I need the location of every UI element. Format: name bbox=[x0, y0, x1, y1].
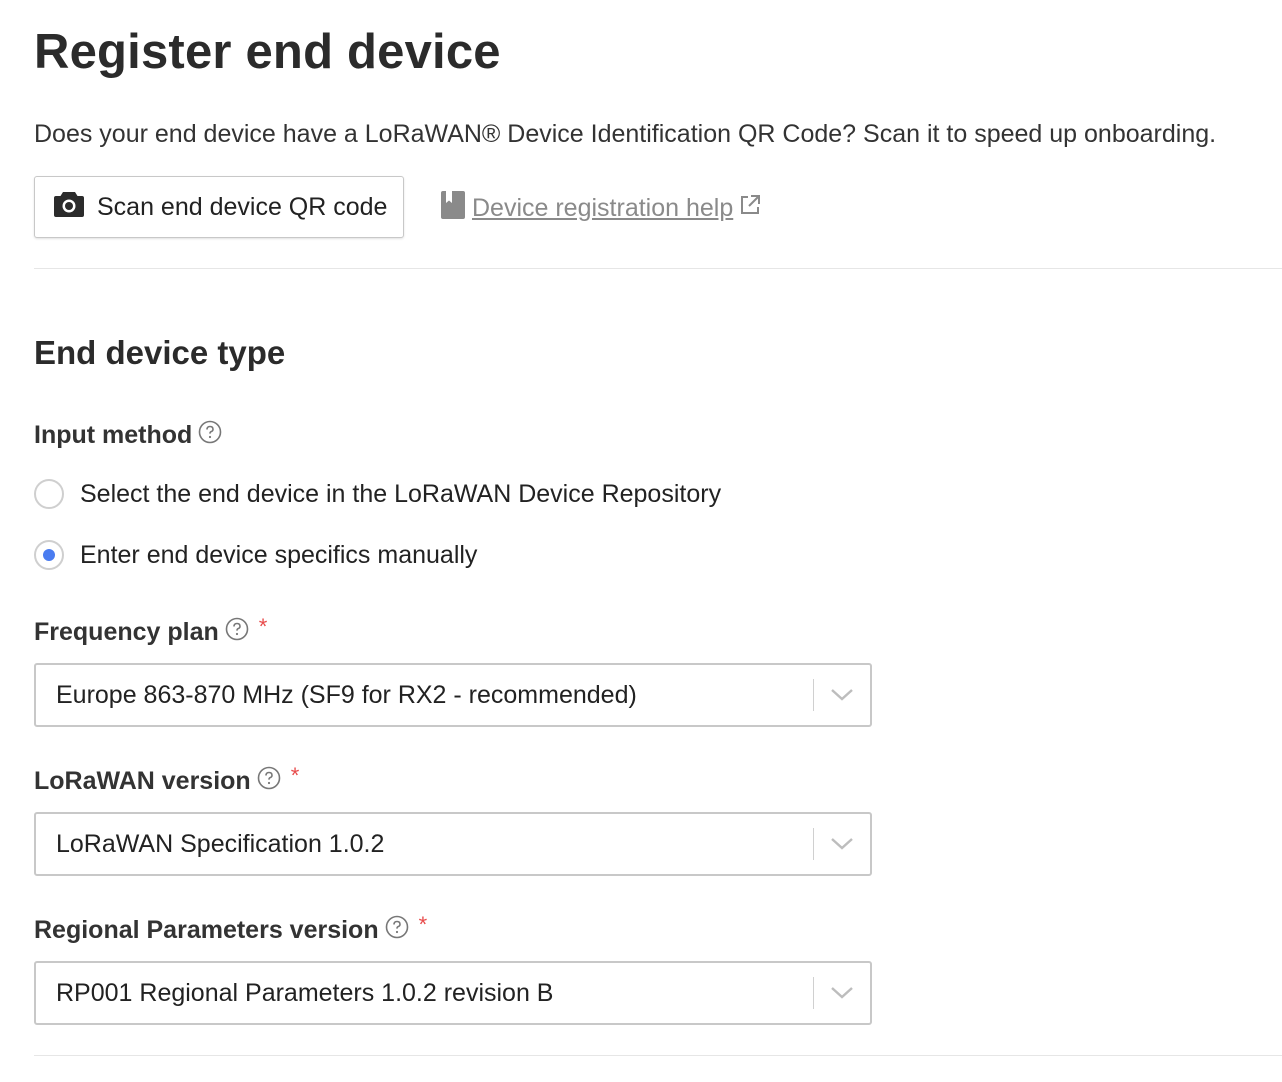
input-method-label-text: Input method bbox=[34, 421, 193, 449]
required-asterisk: * bbox=[290, 762, 300, 788]
help-circle-icon[interactable] bbox=[225, 617, 249, 648]
radio-button[interactable] bbox=[34, 479, 64, 509]
regional-parameters-value: RP001 Regional Parameters 1.0.2 revision… bbox=[56, 978, 554, 1007]
help-circle-icon[interactable] bbox=[198, 420, 222, 451]
frequency-plan-label: Frequency plan * bbox=[34, 613, 268, 648]
camera-icon bbox=[53, 190, 85, 225]
bottom-divider bbox=[34, 1055, 1282, 1056]
scan-qr-button[interactable]: Scan end device QR code bbox=[34, 176, 404, 238]
book-icon bbox=[440, 190, 466, 227]
radio-option-manual[interactable]: Enter end device specifics manually bbox=[34, 540, 477, 570]
radio-button-selected[interactable] bbox=[34, 540, 64, 570]
chevron-down-icon[interactable] bbox=[814, 986, 870, 1000]
lorawan-version-label-text: LoRaWAN version bbox=[34, 767, 251, 795]
frequency-plan-value: Europe 863-870 MHz (SF9 for RX2 - recomm… bbox=[56, 680, 637, 709]
help-link-label: Device registration help bbox=[472, 194, 734, 222]
radio-label: Enter end device specifics manually bbox=[80, 540, 478, 569]
page-title: Register end device bbox=[34, 25, 501, 79]
help-circle-icon[interactable] bbox=[385, 915, 409, 946]
regional-parameters-label-text: Regional Parameters version bbox=[34, 916, 379, 944]
radio-selected-dot bbox=[43, 549, 55, 561]
chevron-down-icon[interactable] bbox=[814, 688, 870, 702]
device-registration-help-link[interactable]: Device registration help bbox=[440, 190, 761, 227]
help-circle-icon[interactable] bbox=[257, 766, 281, 797]
section-divider bbox=[34, 268, 1282, 269]
lorawan-version-value: LoRaWAN Specification 1.0.2 bbox=[56, 829, 385, 858]
radio-label: Select the end device in the LoRaWAN Dev… bbox=[80, 479, 722, 508]
section-title: End device type bbox=[34, 334, 286, 371]
frequency-plan-select[interactable]: Europe 863-870 MHz (SF9 for RX2 - recomm… bbox=[34, 663, 872, 727]
qr-intro-text: Does your end device have a LoRaWAN® Dev… bbox=[34, 120, 1217, 148]
external-link-icon bbox=[739, 194, 761, 223]
required-asterisk: * bbox=[418, 911, 428, 937]
chevron-down-icon[interactable] bbox=[814, 837, 870, 851]
regional-parameters-label: Regional Parameters version * bbox=[34, 911, 428, 946]
lorawan-version-label: LoRaWAN version * bbox=[34, 762, 300, 797]
required-asterisk: * bbox=[258, 613, 268, 639]
input-method-label: Input method bbox=[34, 420, 222, 451]
regional-parameters-select[interactable]: RP001 Regional Parameters 1.0.2 revision… bbox=[34, 961, 872, 1025]
frequency-plan-label-text: Frequency plan bbox=[34, 618, 219, 646]
lorawan-version-select[interactable]: LoRaWAN Specification 1.0.2 bbox=[34, 812, 872, 876]
scan-qr-button-label: Scan end device QR code bbox=[97, 192, 388, 221]
radio-option-repository[interactable]: Select the end device in the LoRaWAN Dev… bbox=[34, 479, 721, 509]
